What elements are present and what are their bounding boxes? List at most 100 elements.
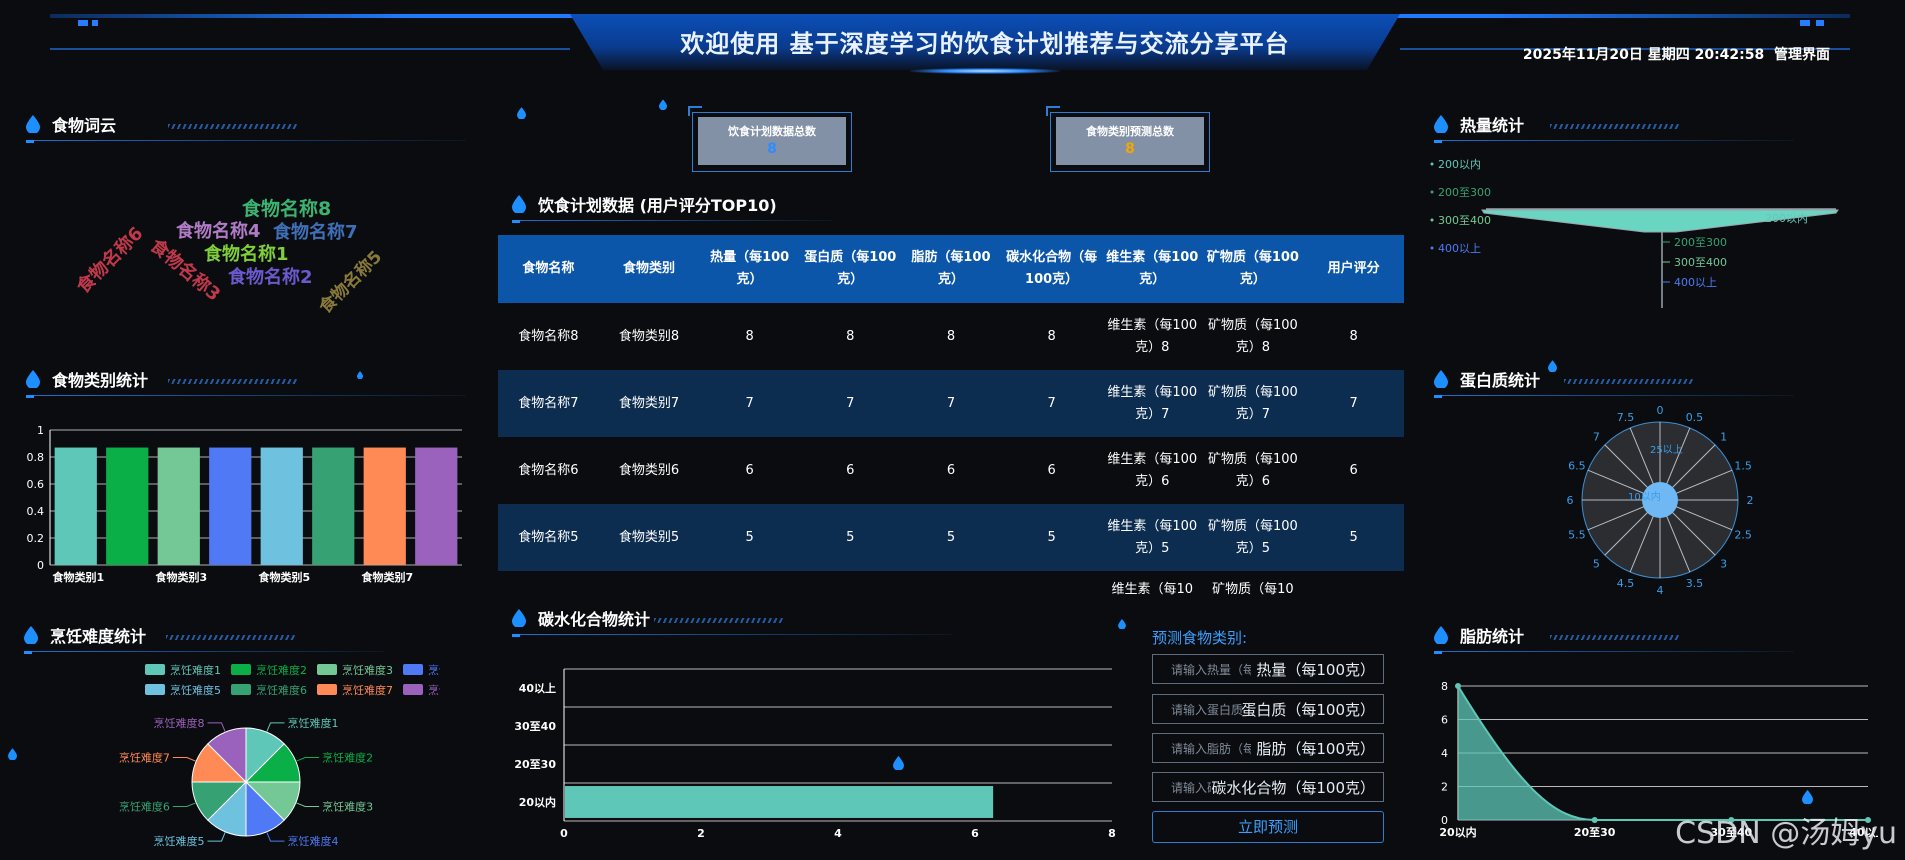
bar [157, 447, 200, 565]
table-row[interactable]: 维生素（每10 矿物质（每10 [498, 571, 1404, 597]
table-row[interactable]: 食物名称8 食物类别8 8 8 8 8 维生素（每100克）8 矿物质（每100… [498, 303, 1404, 370]
x-tick-label: 20至30 [1574, 826, 1616, 839]
carbs-input[interactable]: 请输入碳水化合物（每100克） 碳水化合物（每100克） [1152, 772, 1384, 802]
y-tick-label: 6 [1441, 714, 1448, 727]
x-tick-label: 8 [1108, 827, 1116, 840]
table-row[interactable]: 食物名称6 食物类别6 6 6 6 6 维生素（每100克）6 矿物质（每100… [498, 437, 1404, 504]
table-cell [901, 571, 1002, 597]
table-cell: 维生素（每100克）5 [1101, 504, 1203, 571]
legend-label: 烹饪难度1 [170, 663, 221, 677]
title-underline [26, 140, 466, 143]
table-cell: 6 [846, 462, 855, 478]
table-cell: 8 [846, 328, 855, 344]
y-tick-label: 1 [37, 424, 44, 437]
stat-box-body: 饮食计划数据总数 8 [698, 117, 846, 165]
angle-tick-label: 6 [1567, 494, 1574, 507]
table-cell: 矿物质（每100克）7 [1202, 370, 1304, 437]
legend-swatch [403, 664, 423, 675]
panel-title-text: 食物类别统计 [52, 371, 149, 390]
angle-tick-label: 4 [1657, 584, 1664, 597]
panel-title-heat: 热量统计 [1434, 112, 1794, 143]
table-cell: 7 [900, 370, 1002, 437]
legend-swatch [403, 684, 423, 695]
difficulty-pie-chart: 烹饪难度1 烹饪难度2 烹饪难度3 烹饪难度4 烹饪难度5 烹饪难度6 烹饪难度7 烹饪难度8… [119, 663, 440, 848]
legend-label: 烹饪难度7 [342, 683, 393, 697]
bar [415, 447, 458, 565]
diet-plan-table[interactable]: 食物名称 食物类别 热量（每100克） 蛋白质（每100克） 脂肪（每100克）… [498, 235, 1404, 597]
angle-tick-label: 6.5 [1568, 460, 1586, 473]
table-cell: 6 [745, 462, 754, 478]
pie-label: 烹饪难度2 [322, 751, 373, 765]
x-tick-label: 食物类别3 [155, 570, 207, 584]
y-tick-label: 0 [37, 559, 44, 572]
table-header: 矿物质（每100克） [1202, 235, 1304, 303]
panel-title-fat: 脂肪统计 [1434, 623, 1794, 654]
panel-title-table: 饮食计划数据 (用户评分TOP10) [512, 192, 832, 223]
table-cell: 6 [946, 462, 956, 478]
legend-label: 烹饪难度6 [256, 683, 307, 697]
table-cell: 7 [799, 370, 901, 437]
predict-button[interactable]: 立即预测 [1152, 811, 1384, 843]
table-cell: 食物类别8 [618, 328, 680, 344]
panel-title-wordcloud: 食物词云 [26, 112, 466, 143]
input-label: 热量（每100克） [1256, 661, 1375, 679]
title-underline [1434, 651, 1794, 654]
table-cell: 6 [1047, 462, 1056, 478]
angle-tick-label: 4.5 [1617, 577, 1635, 590]
panel-title-text: 蛋白质统计 [1460, 371, 1541, 390]
table-cell [800, 571, 901, 597]
data-point [1455, 683, 1461, 689]
pie-label: 烹饪难度7 [119, 751, 170, 765]
wordcloud-word: 食物名称2 [228, 267, 313, 288]
legend-swatch [145, 664, 165, 675]
table-cell: 食物名称5 [498, 504, 599, 571]
fat-input[interactable]: 请输入脂肪（每100克） 脂肪（每100克） [1152, 733, 1384, 763]
table-row[interactable]: 食物名称5 食物类别5 5 5 5 5 维生素（每100克）5 矿物质（每100… [498, 504, 1404, 571]
table-cell: 矿物质（每100克）8 [1208, 317, 1298, 355]
table-cell [599, 571, 700, 597]
admin-link[interactable]: 管理界面 [1774, 47, 1830, 63]
y-tick-label: 0.6 [27, 478, 45, 491]
table-cell [1001, 571, 1102, 597]
water-drop-icon [512, 609, 526, 627]
table-cell: 矿物质（每100克）5 [1202, 504, 1304, 571]
water-drop-icon [26, 115, 40, 133]
table-cell: 8 [1349, 328, 1358, 344]
calorie-input[interactable]: 请输入热量（每100克） 热量（每100克） [1152, 654, 1384, 684]
bar [54, 447, 97, 565]
wordcloud-word: 食物名称6 [72, 223, 148, 298]
data-point [1591, 817, 1598, 823]
pie-leader-line [207, 722, 226, 733]
pie-label: 烹饪难度5 [154, 834, 205, 848]
x-tick-label: 食物类别5 [258, 570, 310, 584]
legend-swatch [317, 664, 337, 675]
title-hatch [166, 635, 296, 640]
pie-leader-line [207, 831, 226, 842]
header-datetime: 2025年11月20日 星期四 20:42:58 管理界面 [1523, 44, 1830, 64]
legend-label: 200至300 [1438, 186, 1491, 199]
title-hatch [654, 618, 784, 623]
y-tick-label: 0.8 [27, 451, 45, 464]
angle-tick-label: 0 [1657, 404, 1664, 417]
page-title: 欢迎使用 基于深度学习的饮食计划推荐与交流分享平台 [680, 30, 1290, 58]
protein-input[interactable]: 请输入蛋白质（每100克） 蛋白质（每100克） [1152, 694, 1384, 724]
x-tick-label: 2 [697, 827, 705, 840]
table-row[interactable]: 食物名称7 食物类别7 7 7 7 7 维生素（每100克）7 矿物质（每100… [498, 370, 1404, 437]
stat-value: 8 [1125, 141, 1135, 157]
water-drop-icon [357, 371, 363, 379]
water-drop-icon [24, 626, 38, 644]
pie-leader-line [295, 757, 320, 762]
table-cell: 食物名称6 [518, 462, 579, 478]
panel-title-text: 脂肪统计 [1460, 627, 1525, 646]
funnel-label: 400以上 [1674, 276, 1717, 289]
input-label: 蛋白质（每100克） [1241, 701, 1375, 719]
header-glow [910, 68, 1060, 74]
table-cell: 7 [699, 370, 800, 437]
legend-dot [1430, 246, 1434, 250]
legend-swatch [231, 684, 251, 695]
stat-label: 食物类别预测总数 [1086, 125, 1174, 138]
water-drop-icon [1434, 370, 1448, 388]
panel-title-text: 热量统计 [1460, 116, 1525, 135]
water-drop-icon [517, 107, 526, 119]
header-left-frame [50, 18, 570, 50]
